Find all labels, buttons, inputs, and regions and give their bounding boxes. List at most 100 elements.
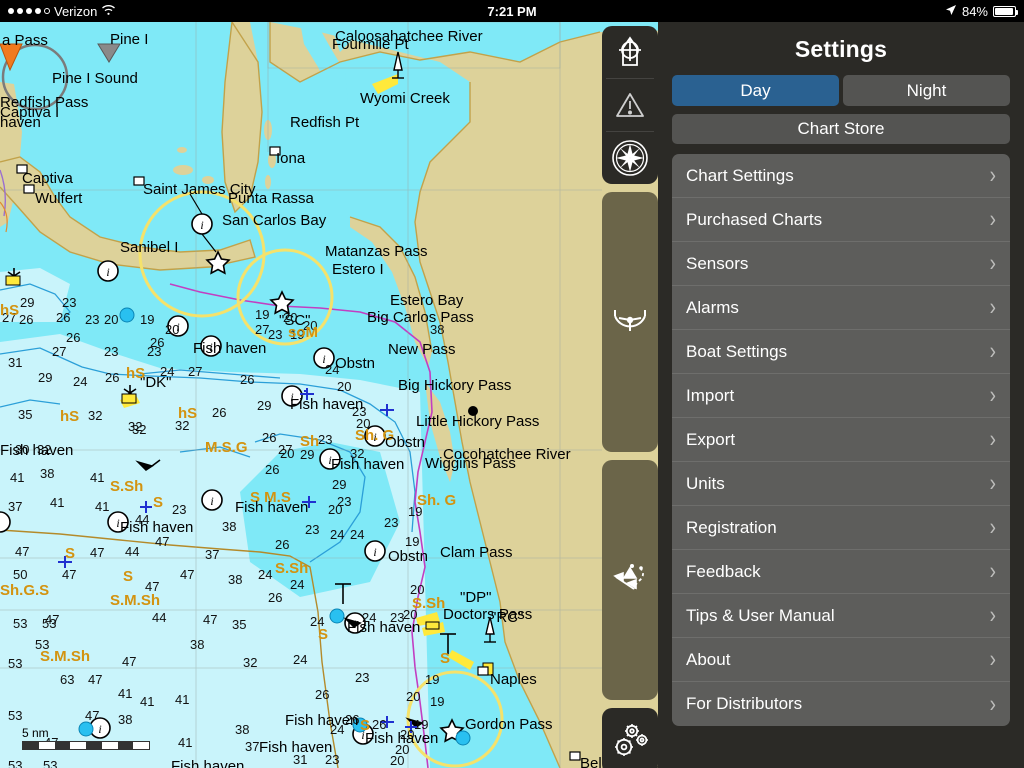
map-depth-sounding: 38	[430, 322, 445, 337]
map-depth-sounding: 53	[8, 656, 23, 671]
battery-icon	[993, 5, 1018, 17]
chart-toolbar	[602, 22, 658, 768]
settings-row-export[interactable]: Export ›	[672, 418, 1010, 462]
settings-row-label: Tips & User Manual	[686, 605, 835, 625]
toolbar-group-helm	[602, 192, 658, 452]
map-depth-sounding: 24	[258, 567, 273, 582]
map-depth-sounding: 38	[190, 637, 205, 652]
map-place-label: New Pass	[388, 341, 456, 358]
map-seabed-label: Sh. G	[417, 492, 457, 509]
map-depth-sounding: 26	[150, 335, 165, 350]
settings-row-registration[interactable]: Registration ›	[672, 506, 1010, 550]
map-depth-sounding: 53	[13, 616, 28, 631]
autopilot-helm-button[interactable]	[602, 296, 658, 348]
map-seabed-label: S	[65, 545, 76, 562]
map-depth-sounding: 27	[52, 344, 67, 359]
map-depth-sounding: 37	[205, 547, 220, 562]
day-mode-button[interactable]: Day	[672, 75, 839, 106]
map-depth-sounding: 41	[175, 692, 190, 707]
map-depth-sounding: 26	[315, 687, 330, 702]
map-place-label: Estero I	[332, 261, 384, 278]
location-arrow-icon	[945, 4, 957, 19]
map-depth-sounding: 35	[18, 407, 33, 422]
settings-row-label: Boat Settings	[686, 341, 788, 361]
map-depth-sounding: 38	[40, 466, 55, 481]
map-place-label: haven	[0, 114, 41, 131]
map-obstruction-label: Obstn	[388, 548, 429, 565]
map-fish-haven-label: Fish haven	[365, 730, 439, 747]
scale-bar: 5 nm	[22, 726, 150, 750]
compass-rose-button[interactable]	[602, 132, 658, 184]
map-depth-sounding: 24	[350, 527, 365, 542]
settings-row-for-distributors[interactable]: For Distributors ›	[672, 682, 1010, 726]
settings-list: Chart Settings › Purchased Charts › Sensors ›…	[672, 154, 1010, 726]
map-depth-sounding: 23	[305, 522, 320, 537]
settings-row-import[interactable]: Import ›	[672, 374, 1010, 418]
settings-row-sensors[interactable]: Sensors ›	[672, 242, 1010, 286]
settings-row-units[interactable]: Units ›	[672, 462, 1010, 506]
night-mode-button[interactable]: Night	[843, 75, 1010, 106]
map-depth-sounding: 20	[337, 379, 352, 394]
settings-row-alarms[interactable]: Alarms ›	[672, 286, 1010, 330]
chevron-right-icon: ›	[989, 426, 996, 453]
settings-row-feedback[interactable]: Feedback ›	[672, 550, 1010, 594]
map-place-label: San Carlos Bay	[222, 212, 327, 229]
map-fish-haven-label: Fish haven	[347, 619, 421, 636]
routes-waypoints-button[interactable]	[602, 554, 658, 606]
map-depth-sounding: 24	[73, 374, 88, 389]
map-seabed-label: hS	[178, 405, 198, 422]
map-depth-sounding: 63	[60, 672, 75, 687]
map-depth-sounding: 24	[330, 527, 345, 542]
map-depth-sounding: 23	[85, 312, 100, 327]
warning-alerts-button[interactable]	[602, 79, 658, 131]
settings-row-about[interactable]: About ›	[672, 638, 1010, 682]
map-seabed-label: S	[440, 650, 451, 667]
map-depth-sounding: 23	[172, 502, 187, 517]
gps-boat-position-button[interactable]	[602, 26, 658, 78]
svg-text:i: i	[210, 494, 213, 508]
settings-panel: Settings Day Night Chart Store Chart Set…	[658, 22, 1024, 768]
settings-button[interactable]	[602, 715, 658, 767]
map-depth-sounding: 47	[85, 708, 100, 723]
map-fish-haven-label: Fish haven	[235, 499, 309, 516]
map-depth-sounding: 41	[10, 470, 25, 485]
map-depth-sounding: 26	[265, 462, 280, 477]
settings-row-boat-settings[interactable]: Boat Settings ›	[672, 330, 1010, 374]
page-title: Settings	[794, 36, 888, 62]
map-depth-sounding: 32	[88, 408, 103, 423]
map-place-label: Fourmile Pt	[332, 36, 409, 53]
map-place-label: "RC"	[491, 609, 524, 626]
chevron-right-icon: ›	[989, 602, 996, 629]
map-place-label: Little Hickory Pass	[416, 413, 540, 430]
settings-row-label: Registration	[686, 517, 777, 537]
map-seabed-label: S.Sh	[110, 478, 144, 495]
map-place-label: Matanzas Pass	[325, 243, 428, 260]
status-bar-clock: 7:21 PM	[487, 3, 537, 19]
chevron-right-icon: ›	[989, 690, 996, 718]
settings-row-label: Chart Settings	[686, 165, 794, 185]
map-depth-sounding: 26	[56, 310, 71, 325]
map-seabed-label: S	[153, 494, 164, 511]
compass-rose-icon	[611, 139, 649, 177]
settings-row-label: Sensors	[686, 253, 749, 273]
settings-row-chart-settings[interactable]: Chart Settings ›	[672, 154, 1010, 198]
chart-store-button[interactable]: Chart Store	[672, 114, 1010, 144]
settings-row-label: Import	[686, 385, 735, 405]
map-fish-haven-label: Fish haven	[285, 712, 359, 729]
map-place-label: Wiggins Pass	[425, 455, 516, 472]
map-depth-sounding: 26	[105, 370, 120, 385]
settings-row-purchased-charts[interactable]: Purchased Charts ›	[672, 198, 1010, 242]
map-place-label: Naples	[490, 671, 537, 688]
map-depth-sounding: 26	[66, 330, 81, 345]
scale-bar-label: 5 nm	[22, 726, 49, 740]
map-depth-sounding: 35	[232, 617, 247, 632]
route-waypoints-icon	[610, 563, 650, 597]
map-depth-sounding: 24	[293, 652, 308, 667]
scale-bar-graphic	[22, 741, 150, 750]
map-depth-sounding: 47	[15, 544, 30, 559]
map-depth-sounding: 41	[178, 735, 193, 750]
map-place-label: Estero Bay	[390, 292, 464, 309]
map-seabed-label: S.Sh	[275, 560, 309, 577]
settings-row-tips-user-manual[interactable]: Tips & User Manual ›	[672, 594, 1010, 638]
settings-row-label: Units	[686, 473, 725, 493]
